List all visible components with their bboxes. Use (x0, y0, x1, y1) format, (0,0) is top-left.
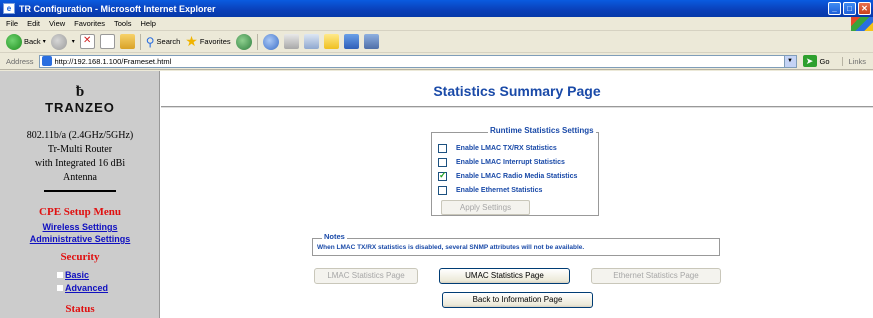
title-divider (161, 106, 873, 108)
print-icon[interactable] (303, 34, 319, 49)
umac-statistics-button[interactable]: UMAC Statistics Page (439, 268, 570, 284)
menu-tools[interactable]: Tools (114, 19, 132, 28)
option-lmac-txrx[interactable]: Enable LMAC TX/RX Statistics (438, 144, 557, 153)
option-lmac-radio-media[interactable]: Enable LMAC Radio Media Statistics (438, 170, 578, 181)
forward-arrow-icon[interactable] (50, 33, 67, 50)
main-frame: Statistics Summary Page Runtime Statisti… (161, 71, 873, 318)
go-button[interactable]: ➤ Go (802, 55, 830, 67)
runtime-settings-legend: Runtime Statistics Settings (488, 126, 596, 135)
links-button[interactable]: Links (841, 56, 866, 66)
option-label: Enable LMAC TX/RX Statistics (456, 145, 557, 152)
menu-bar: File Edit View Favorites Tools Help (0, 17, 873, 31)
option-label: Enable LMAC Radio Media Statistics (456, 173, 578, 180)
security-advanced-label: Advanced (65, 283, 109, 293)
menu-favorites[interactable]: Favorites (74, 19, 105, 28)
minimize-button[interactable]: _ (828, 2, 841, 15)
checkbox[interactable] (438, 144, 447, 153)
toolbar-separator (139, 33, 141, 50)
device-line: with Integrated 16 dBi (34, 158, 126, 169)
status-heading: Status (65, 303, 95, 315)
back-arrow-icon (6, 33, 22, 50)
toolbar-separator (256, 33, 258, 50)
security-basic-link[interactable]: Basic (57, 270, 89, 280)
administrative-settings-link[interactable]: Administrative Settings (0, 234, 160, 244)
search-label: Search (156, 37, 181, 46)
toolbar: Back ▾ ▾ ✕ ⚲ Search ★ Favorites (0, 31, 873, 53)
history-icon[interactable] (262, 33, 279, 50)
notes-text: When LMAC TX/RX statistics is disabled, … (317, 244, 585, 251)
option-label: Enable Ethernet Statistics (456, 187, 543, 194)
device-line: Tr-Multi Router (47, 144, 113, 155)
menu-file[interactable]: File (6, 19, 18, 28)
go-label: Go (819, 56, 830, 66)
menu-edit[interactable]: Edit (27, 19, 40, 28)
option-label: Enable LMAC Interrupt Statistics (456, 159, 565, 166)
maximize-button[interactable]: □ (843, 2, 856, 15)
browser-content: ƀ TRANZEO 802.11b/a (2.4GHz/5GHz) Tr-Mul… (0, 71, 873, 318)
menu-help[interactable]: Help (141, 19, 156, 28)
close-button[interactable]: ✕ (858, 2, 871, 15)
logo-text: TRANZEO (45, 100, 115, 115)
favorites-label: Favorites (199, 37, 231, 46)
divider (44, 190, 116, 192)
back-dropdown-icon[interactable]: ▾ (43, 38, 46, 45)
star-icon: ★ (185, 33, 198, 49)
ethernet-statistics-button[interactable]: Ethernet Statistics Page (591, 268, 721, 284)
security-advanced-link[interactable]: Advanced (57, 283, 108, 293)
security-basic-label: Basic (65, 270, 90, 280)
notes-fieldset: Notes When LMAC TX/RX statistics is disa… (312, 232, 720, 256)
left-nav-frame: ƀ TRANZEO 802.11b/a (2.4GHz/5GHz) Tr-Mul… (0, 71, 160, 318)
window-title: TR Configuration - Microsoft Internet Ex… (19, 3, 216, 14)
address-label: Address (6, 56, 34, 66)
mail-icon[interactable] (283, 34, 299, 49)
refresh-icon[interactable] (99, 34, 115, 49)
back-to-information-button[interactable]: Back to Information Page (442, 292, 593, 308)
menu-title: CPE Setup Menu (39, 206, 121, 218)
device-line: 802.11b/a (2.4GHz/5GHz) (26, 130, 134, 141)
logo-mark-icon: ƀ (75, 84, 85, 100)
back-label: Back (24, 37, 41, 46)
address-dropdown-icon[interactable]: ▼ (783, 55, 796, 67)
ie-app-icon: e (3, 3, 15, 14)
bullet-icon (57, 272, 63, 278)
media-icon[interactable] (235, 33, 252, 50)
address-bar: Address http://192.168.1.100/Frameset.ht… (0, 53, 873, 70)
page-favicon-icon (41, 56, 52, 66)
device-line: Antenna (63, 172, 97, 183)
option-lmac-interrupt[interactable]: Enable LMAC Interrupt Statistics (438, 158, 565, 167)
discuss-icon[interactable] (343, 34, 359, 49)
edit-icon[interactable] (323, 34, 339, 49)
bullet-icon (57, 285, 63, 291)
back-button[interactable]: Back ▾ (6, 33, 46, 50)
wireless-settings-link[interactable]: Wireless Settings (0, 222, 160, 232)
address-input[interactable]: http://192.168.1.100/Frameset.html ▼ (38, 54, 797, 68)
messenger-icon[interactable] (363, 34, 379, 49)
home-icon[interactable] (119, 34, 135, 49)
option-ethernet[interactable]: Enable Ethernet Statistics (438, 186, 542, 195)
tranzeo-logo: ƀ TRANZEO (37, 85, 123, 125)
apply-settings-button[interactable]: Apply Settings (441, 200, 530, 215)
checkbox[interactable] (438, 186, 447, 195)
runtime-settings-fieldset: Runtime Statistics Settings Enable LMAC … (431, 126, 599, 216)
checkbox[interactable] (438, 158, 447, 167)
stop-icon[interactable]: ✕ (79, 34, 95, 49)
forward-dropdown-icon[interactable]: ▾ (72, 38, 75, 45)
go-arrow-icon: ➤ (802, 55, 817, 67)
favorites-button[interactable]: ★ Favorites (185, 33, 230, 50)
window-controls: _ □ ✕ (828, 2, 871, 15)
notes-legend: Notes (322, 232, 347, 241)
search-button[interactable]: ⚲ Search (146, 35, 181, 49)
address-url: http://192.168.1.100/Frameset.html (54, 56, 172, 66)
search-icon: ⚲ (145, 34, 155, 49)
security-heading: Security (60, 251, 100, 263)
windows-logo-icon (851, 17, 873, 31)
lmac-statistics-button[interactable]: LMAC Statistics Page (314, 268, 418, 284)
device-description: 802.11b/a (2.4GHz/5GHz) Tr-Multi Router … (0, 129, 160, 185)
window-title-bar: e TR Configuration - Microsoft Internet … (0, 0, 873, 17)
checkbox[interactable] (438, 170, 447, 181)
page-title: Statistics Summary Page (433, 83, 601, 99)
menu-view[interactable]: View (49, 19, 65, 28)
